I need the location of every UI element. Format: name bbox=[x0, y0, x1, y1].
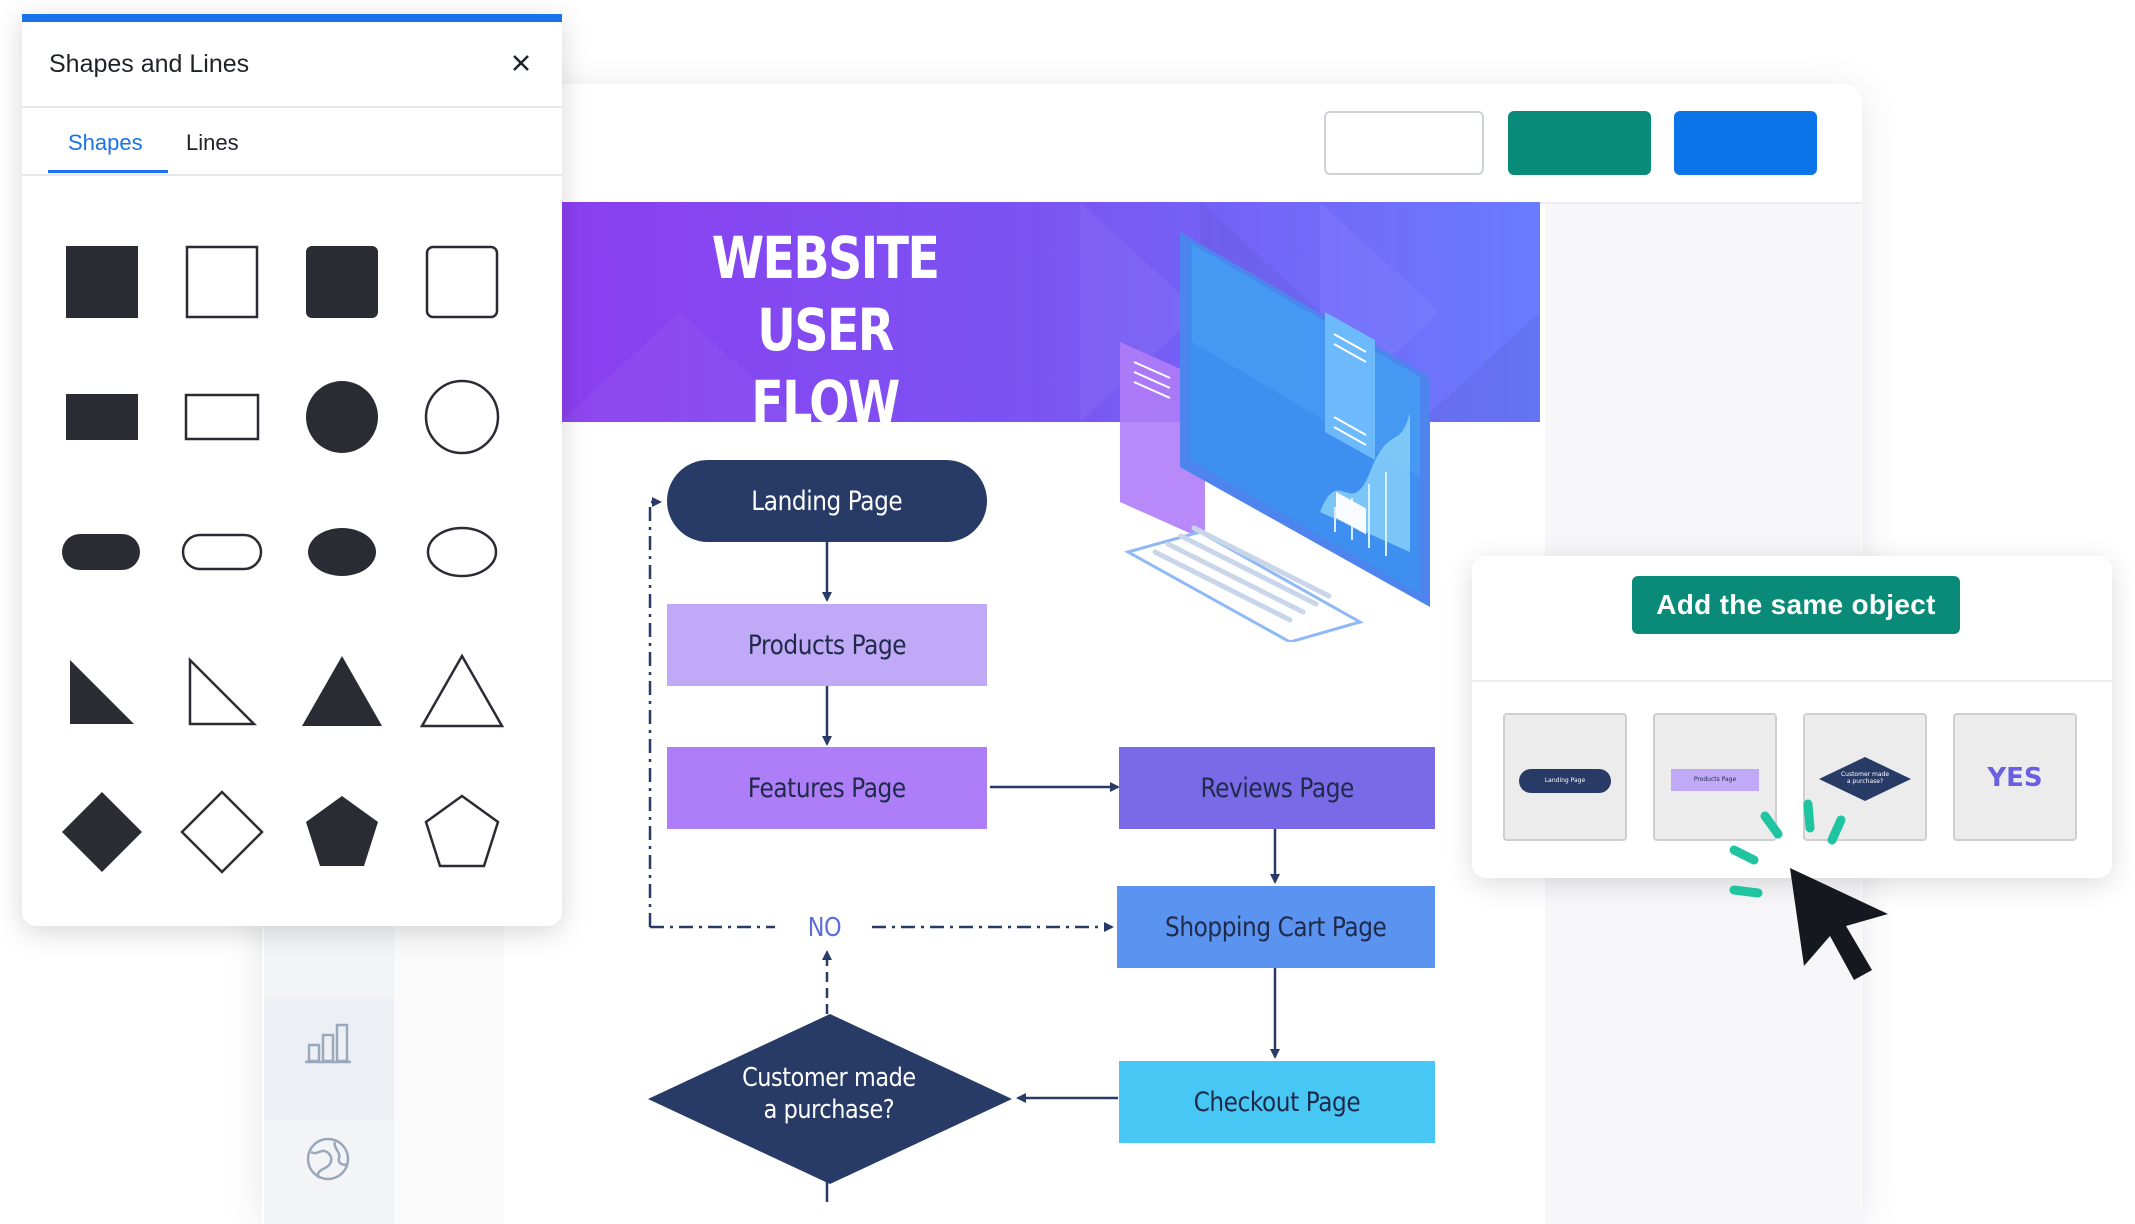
shape-right-triangle-filled[interactable] bbox=[52, 642, 152, 742]
shape-square-outline[interactable] bbox=[172, 232, 272, 332]
shape-ellipse-filled[interactable] bbox=[292, 502, 392, 602]
panel-header: Shapes and Lines bbox=[22, 22, 562, 108]
panel-tabs: Shapes Lines bbox=[22, 108, 562, 176]
add-same-object-header: Add the same object bbox=[1472, 556, 2112, 682]
shapes-and-lines-panel: Shapes and Lines Shapes Lines bbox=[22, 14, 562, 926]
node-landing-page[interactable]: Landing Page bbox=[667, 460, 987, 542]
shape-triangle-outline[interactable] bbox=[412, 642, 512, 742]
shape-pentagon-outline[interactable] bbox=[412, 782, 512, 882]
shape-square-filled[interactable] bbox=[52, 232, 152, 332]
shape-pill-outline[interactable] bbox=[172, 502, 272, 602]
cursor-arrow-icon bbox=[1790, 868, 1888, 980]
active-tab-indicator bbox=[48, 170, 168, 173]
tab-shapes[interactable]: Shapes bbox=[68, 130, 143, 156]
shape-circle-outline[interactable] bbox=[412, 367, 512, 467]
panel-title: Shapes and Lines bbox=[49, 50, 250, 78]
toolbar-button-blue[interactable] bbox=[1674, 111, 1817, 175]
shape-right-triangle-outline[interactable] bbox=[172, 642, 272, 742]
shape-rectangle-filled[interactable] bbox=[52, 367, 152, 467]
node-products-page[interactable]: Products Page bbox=[667, 604, 987, 686]
shape-ellipse-outline[interactable] bbox=[412, 502, 512, 602]
node-reviews-page[interactable]: Reviews Page bbox=[1119, 747, 1435, 829]
shape-pill-filled[interactable] bbox=[52, 502, 152, 602]
thumbnail-diamond-text: Customer made a purchase? bbox=[1840, 771, 1890, 785]
thumbnail-yes[interactable]: YES bbox=[1953, 713, 2077, 841]
shape-pentagon-filled[interactable] bbox=[292, 782, 392, 882]
node-features-page[interactable]: Features Page bbox=[667, 747, 987, 829]
diagram-canvas[interactable]: WEBSITE USER FLOW DIAGRAM bbox=[560, 202, 1540, 1202]
label-no: NO bbox=[807, 913, 841, 943]
thumbnail-landing-page[interactable]: Landing Page bbox=[1503, 713, 1627, 841]
shapes-grid bbox=[22, 182, 562, 922]
close-icon[interactable] bbox=[506, 48, 536, 78]
tab-lines[interactable]: Lines bbox=[186, 130, 239, 156]
node-shopping-cart-page[interactable]: Shopping Cart Page bbox=[1117, 886, 1435, 968]
thumbnail-yes-text: YES bbox=[1987, 763, 2043, 793]
globe-icon[interactable] bbox=[303, 1134, 353, 1184]
thumbnail-rectangle-text: Products Page bbox=[1693, 776, 1737, 783]
bar-chart-icon[interactable] bbox=[303, 1019, 353, 1069]
shape-diamond-filled[interactable] bbox=[52, 782, 152, 882]
add-same-object-button[interactable]: Add the same object bbox=[1632, 576, 1960, 634]
toolbar-button-teal[interactable] bbox=[1508, 111, 1651, 175]
shape-rounded-square-filled[interactable] bbox=[292, 232, 392, 332]
thumbnail-pill-text: Landing Page bbox=[1544, 777, 1586, 784]
decision-text: Customer made a purchase? bbox=[742, 1063, 916, 1125]
shape-triangle-filled[interactable] bbox=[292, 642, 392, 742]
shape-rounded-square-outline[interactable] bbox=[412, 232, 512, 332]
node-checkout-page[interactable]: Checkout Page bbox=[1119, 1061, 1435, 1143]
shape-rectangle-outline[interactable] bbox=[172, 367, 272, 467]
shape-circle-filled[interactable] bbox=[292, 367, 392, 467]
toolbar-button-outline[interactable] bbox=[1324, 111, 1484, 175]
shape-diamond-outline[interactable] bbox=[172, 782, 272, 882]
